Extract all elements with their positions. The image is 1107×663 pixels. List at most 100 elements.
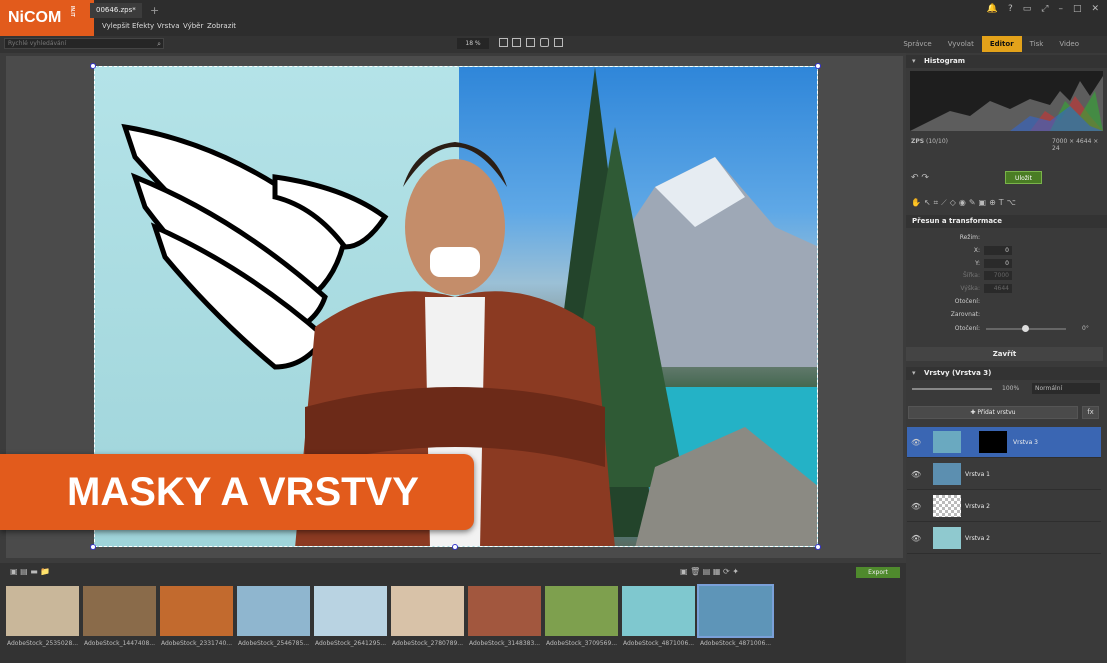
search-icon: ⌕ <box>157 40 161 48</box>
thumbnail-image[interactable] <box>314 586 387 636</box>
eye-icon[interactable]: 👁 <box>911 438 921 447</box>
thumbnail[interactable]: AdobeStock_2535028... <box>6 586 79 647</box>
thumbnail-image[interactable] <box>160 586 233 636</box>
eye-icon[interactable]: 👁 <box>911 470 921 479</box>
title-bar <box>0 0 1107 20</box>
thumbnail-label: AdobeStock_1447408... <box>83 640 156 647</box>
menu-zobrazit[interactable]: Zobrazit <box>207 22 236 30</box>
tab-video[interactable]: Video <box>1051 36 1087 52</box>
thumbnail[interactable]: AdobeStock_3709569... <box>545 586 618 647</box>
tab-spravce[interactable]: Správce <box>895 36 939 52</box>
thumbnail[interactable]: AdobeStock_3148383... <box>468 586 541 647</box>
thumbnail-list: AdobeStock_2535028... AdobeStock_1447408.… <box>6 584 774 647</box>
actual-size-icon[interactable] <box>512 38 521 47</box>
thumbnail-image[interactable] <box>6 586 79 636</box>
align-label: Zarovnat: <box>950 311 980 318</box>
x-field[interactable]: 0 <box>984 246 1012 255</box>
eye-icon[interactable]: 👁 <box>911 534 921 543</box>
lock-icon[interactable] <box>540 38 549 47</box>
thumbnail[interactable]: AdobeStock_2641295... <box>314 586 387 647</box>
collapse-arrow-icon: ▾ <box>912 57 916 65</box>
collapse-arrow-icon: ▾ <box>912 369 916 377</box>
histogram-dims: 7000 × 4644 × 24 <box>1052 138 1099 152</box>
export-button[interactable]: Export <box>856 567 900 578</box>
fullscreen-icon[interactable]: ⤢ <box>1041 4 1048 14</box>
layer-mask-thumbnail[interactable] <box>979 431 1007 453</box>
thumbnail[interactable]: AdobeStock_2780789... <box>391 586 464 647</box>
blend-mode-select[interactable]: Normální <box>1032 383 1100 394</box>
thumbnail-label: AdobeStock_2641295... <box>314 640 387 647</box>
close-button[interactable]: Zavřít <box>906 347 1103 361</box>
thumbnail[interactable]: AdobeStock_2546785... <box>237 586 310 647</box>
undo-icon[interactable]: ↶ ↷ <box>911 173 929 183</box>
thumbnail-image[interactable] <box>391 586 464 636</box>
new-tab-button[interactable]: + <box>150 4 159 17</box>
thumbnail-image[interactable] <box>697 584 774 638</box>
close-icon[interactable]: ✕ <box>1091 4 1099 14</box>
thumbnail-label: AdobeStock_4871006... <box>699 640 772 647</box>
grid-icon[interactable] <box>554 38 563 47</box>
height-field[interactable]: 4644 <box>984 284 1012 293</box>
file-tab[interactable]: 00646.zps* <box>90 3 142 18</box>
tab-tisk[interactable]: Tisk <box>1022 36 1052 52</box>
layers-header[interactable]: ▾ Vrstvy (Vrstva 3) <box>906 367 1107 380</box>
rotate-label: Otočení: <box>954 298 980 305</box>
layer-name: Vrstva 2 <box>965 535 991 542</box>
add-layer-button[interactable]: ✚ Přidat vrstvu <box>908 406 1078 419</box>
thumbnail-label: AdobeStock_2546785... <box>237 640 310 647</box>
histogram-header[interactable]: ▾ Histogram <box>906 55 1107 68</box>
menu-vrstva[interactable]: Vrstva <box>157 22 180 30</box>
transform-handle[interactable] <box>90 63 96 69</box>
opacity-slider[interactable] <box>912 388 992 390</box>
layer-row[interactable]: 👁 Vrstva 3 <box>907 427 1101 458</box>
y-label: Y: <box>975 260 980 267</box>
thumbnail-image[interactable] <box>468 586 541 636</box>
thumbnail[interactable]: AdobeStock_4871006... <box>697 584 774 647</box>
thumbnail-image[interactable] <box>622 586 695 636</box>
thumbnail[interactable]: AdobeStock_4871006... <box>622 586 695 647</box>
thumbnail[interactable]: AdobeStock_2331740... <box>160 586 233 647</box>
view-icon[interactable] <box>526 38 535 47</box>
maximize-icon[interactable]: □ <box>1073 4 1082 14</box>
bell-icon[interactable]: 🔔 <box>987 4 998 14</box>
filmstrip-toolbar: ▣ ▤ ▬ 📁 ▣ 🗑 ▤ ▦ ⟳ ✦ <box>0 563 906 581</box>
mode-label: Režim: <box>959 234 980 241</box>
menu-efekty[interactable]: Efekty <box>132 22 154 30</box>
width-label: Šířka: <box>962 272 980 279</box>
zoom-field[interactable]: 18 % <box>457 38 489 49</box>
minimize-icon[interactable]: – <box>1058 4 1063 14</box>
thumbnail-image[interactable] <box>237 586 310 636</box>
fx-button[interactable]: fx <box>1082 406 1099 419</box>
filmstrip-actions[interactable]: ▣ 🗑 ▤ ▦ ⟳ ✦ <box>680 567 739 576</box>
thumbnail[interactable]: AdobeStock_1447408... <box>83 586 156 647</box>
tools-row[interactable]: ✋↖⌗⟋◇◉✎▣⊕T⌥ <box>911 198 1019 208</box>
transform-handle[interactable] <box>815 544 821 550</box>
fit-icon[interactable] <box>499 38 508 47</box>
save-button[interactable]: Uložit <box>1005 171 1042 184</box>
width-field[interactable]: 7000 <box>984 271 1012 280</box>
monitor-icon[interactable]: ▭ <box>1023 4 1032 14</box>
y-field[interactable]: 0 <box>984 259 1012 268</box>
thumbnail-label: AdobeStock_2331740... <box>160 640 233 647</box>
folder-icon[interactable]: ▣ ▤ ▬ 📁 <box>10 567 50 576</box>
height-label: Výška: <box>960 285 980 292</box>
transform-handle[interactable] <box>815 63 821 69</box>
layer-row[interactable]: 👁 Vrstva 2 <box>907 491 1101 522</box>
thumbnail-image[interactable] <box>545 586 618 636</box>
transform-handle[interactable] <box>452 544 458 550</box>
app-logo[interactable]: NiCOM IN.IT <box>0 0 94 36</box>
layer-row[interactable]: 👁 Vrstva 2 <box>907 523 1101 554</box>
layer-thumbnail <box>933 495 961 517</box>
tab-vyvolat[interactable]: Vyvolat <box>940 36 982 52</box>
layer-row[interactable]: 👁 Vrstva 1 <box>907 459 1101 490</box>
thumbnail-image[interactable] <box>83 586 156 636</box>
transform-handle[interactable] <box>90 544 96 550</box>
menu-vylepsit[interactable]: Vylepšit <box>102 22 130 30</box>
search-input[interactable]: Rychlé vyhledávání ⌕ <box>4 38 164 49</box>
help-icon[interactable]: ? <box>1008 4 1013 14</box>
tab-editor[interactable]: Editor <box>981 36 1022 52</box>
eye-icon[interactable]: 👁 <box>911 502 921 511</box>
menu-vyber[interactable]: Výběr <box>183 22 203 30</box>
angle-slider-handle[interactable] <box>1022 325 1029 332</box>
layer-name: Vrstva 2 <box>965 503 991 510</box>
